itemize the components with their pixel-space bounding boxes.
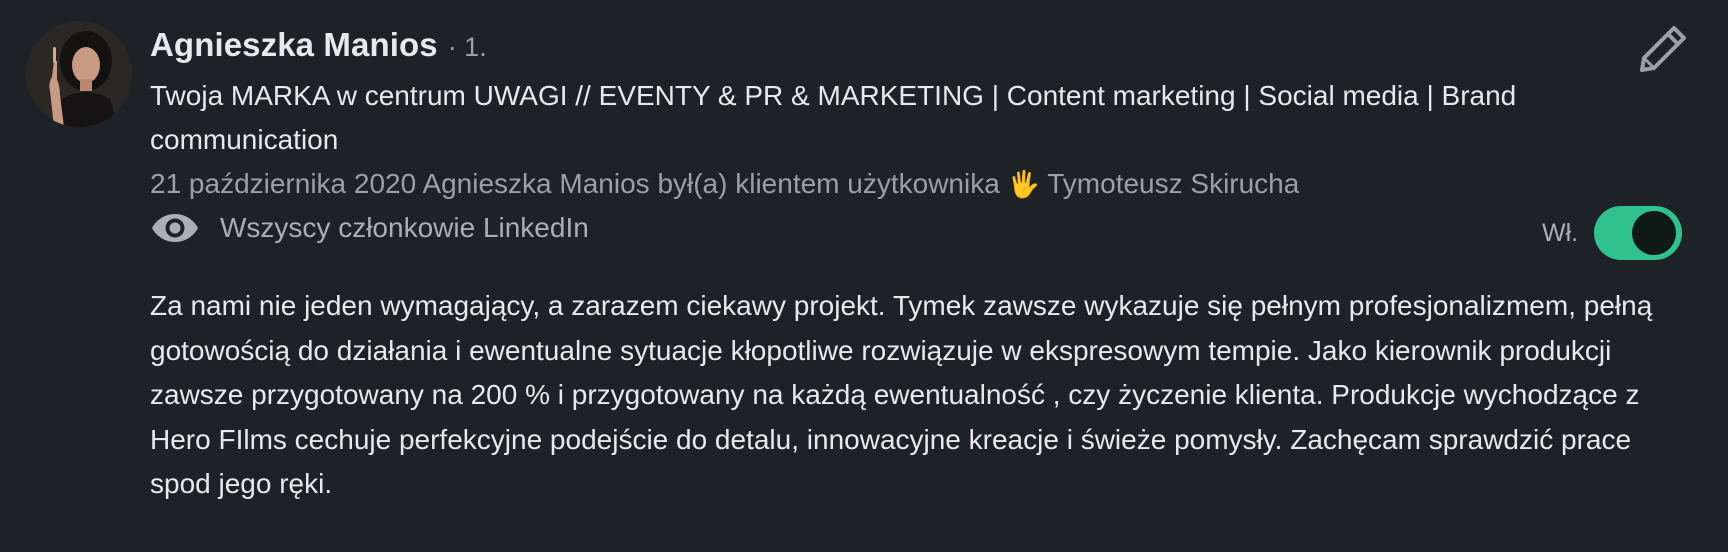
- connection-degree: · 1.: [447, 32, 487, 62]
- visibility-row: Wszyscy członkowie LinkedIn: [150, 210, 589, 246]
- visibility-toggle-group: Wł.: [1542, 206, 1683, 260]
- relation-text: Agnieszka Manios był(a) klientem użytkow…: [422, 168, 1000, 199]
- visibility-toggle[interactable]: [1594, 206, 1683, 260]
- recommendation-text: Za nami nie jeden wymagający, a zarazem …: [150, 290, 1653, 499]
- eye-icon: [152, 214, 198, 242]
- pencil-icon[interactable]: [1636, 22, 1690, 76]
- recommendation-date: 21 października 2020: [150, 168, 417, 199]
- profile-photo: [26, 21, 132, 127]
- author-headline: Twoja MARKA w centrum UWAGI // EVENTY & …: [150, 80, 1517, 155]
- recommendation-card: Agnieszka Manios · 1. Twoja MARKA w cent…: [0, 0, 1728, 552]
- recommendation-meta: 21 października 2020 Agnieszka Manios by…: [150, 162, 1299, 206]
- visibility-label: Wszyscy członkowie LinkedIn: [220, 212, 589, 243]
- hand-emoji-icon: 🖐: [1007, 169, 1040, 199]
- author-row: Agnieszka Manios · 1.: [150, 26, 487, 64]
- toggle-label: Wł.: [1542, 218, 1579, 247]
- recipient-name: Tymoteusz Skirucha: [1047, 168, 1300, 199]
- toggle-knob[interactable]: [1632, 211, 1677, 255]
- avatar[interactable]: [26, 21, 132, 127]
- author-name[interactable]: Agnieszka Manios: [150, 26, 438, 64]
